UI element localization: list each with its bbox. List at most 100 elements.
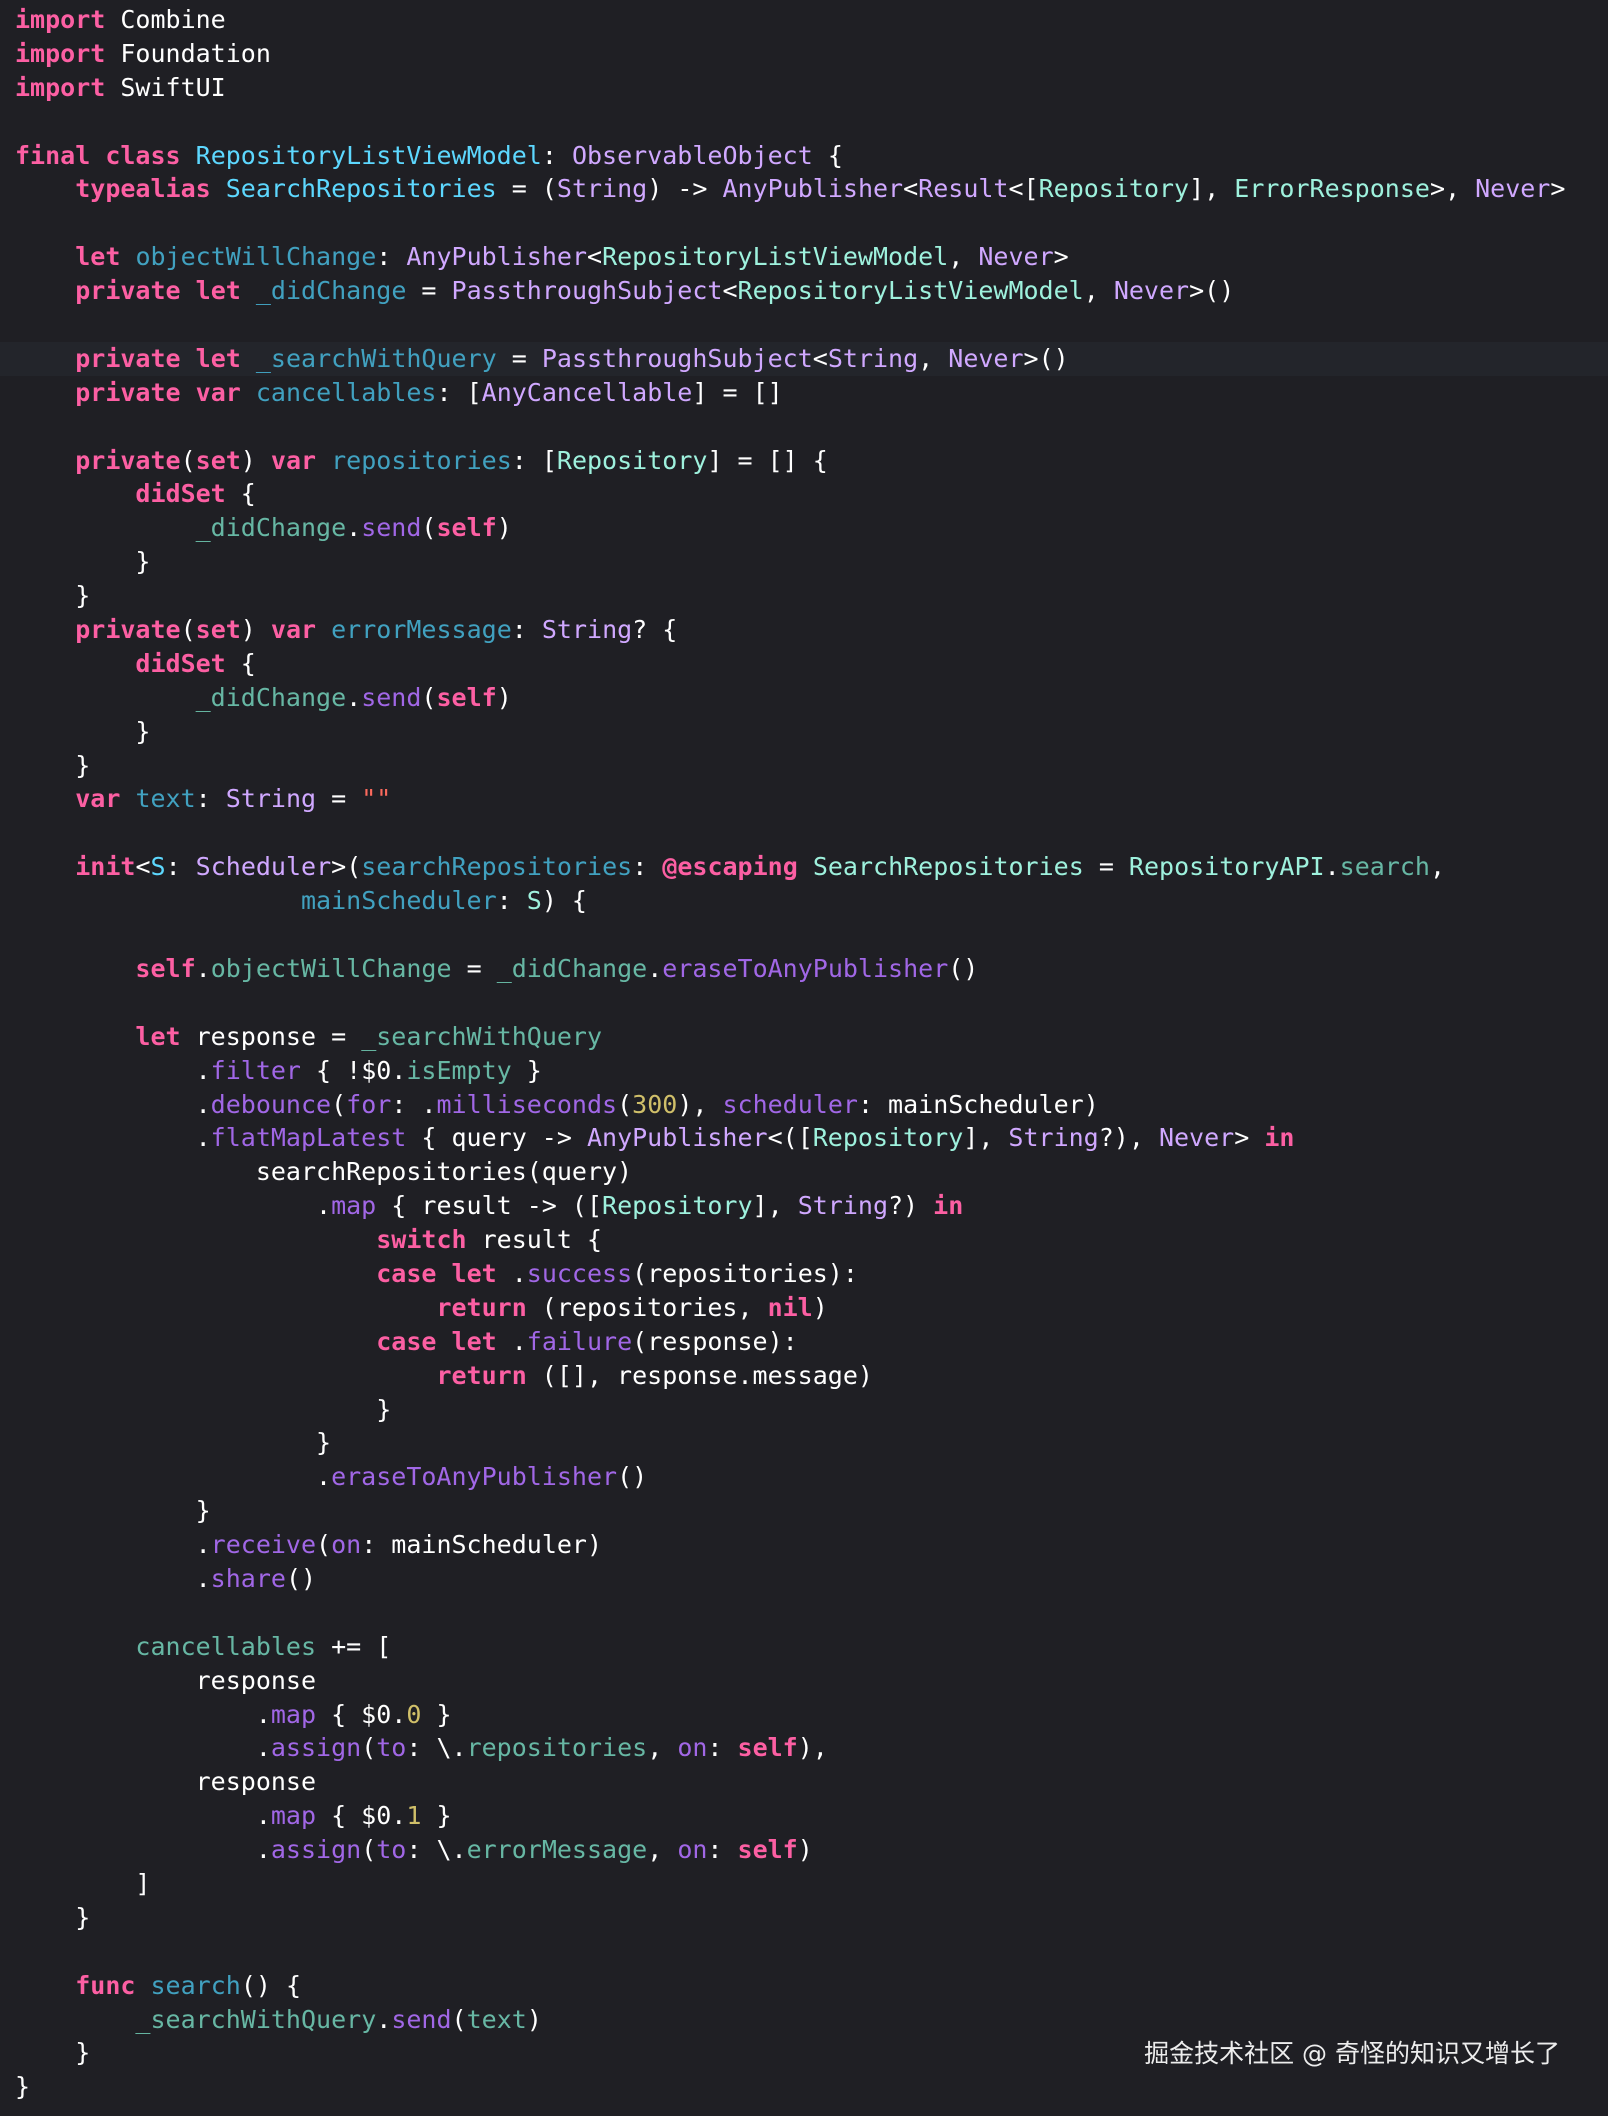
- code-line: .assign(to: \.errorMessage, on: self): [15, 1833, 1565, 1867]
- code-line: didSet {: [15, 647, 1565, 681]
- code-token: }: [511, 1055, 542, 1085]
- code-token: 0: [406, 1699, 422, 1729]
- code-token: >(): [1189, 276, 1235, 306]
- code-token: .: [496, 1326, 527, 1356]
- code-token: ): [526, 2004, 542, 2034]
- code-token: result {: [466, 1225, 603, 1255]
- code-token: <: [812, 343, 828, 373]
- code-token: String: [1008, 1123, 1099, 1153]
- code-token: response =: [180, 1021, 362, 1051]
- code-line: case let .failure(response):: [15, 1325, 1565, 1359]
- code-token: flatMapLatest: [210, 1123, 407, 1153]
- code-token: scheduler: [722, 1089, 858, 1119]
- code-line: _searchWithQuery.send(text): [15, 2003, 1565, 2037]
- code-token: .: [15, 1733, 271, 1763]
- code-token: .: [15, 1801, 271, 1831]
- code-line: return ([], response.message): [15, 1359, 1565, 1393]
- code-token: case: [376, 1258, 437, 1288]
- code-token: >(): [1023, 343, 1069, 373]
- code-token: didSet: [135, 648, 226, 678]
- code-token: }: [15, 2072, 31, 2102]
- code-line: }: [15, 1494, 1565, 1528]
- code-line: typealias SearchRepositories = (String) …: [15, 172, 1565, 206]
- code-token: >: [1234, 1123, 1265, 1153]
- code-token: on: [677, 1835, 708, 1865]
- code-token: AnyPublisher: [722, 174, 904, 204]
- code-token: =: [496, 343, 542, 373]
- code-token: let: [75, 242, 121, 272]
- code-token: PassthroughSubject: [451, 276, 723, 306]
- code-token: :: [195, 784, 226, 814]
- code-token: .: [15, 1835, 271, 1865]
- code-token: ,: [918, 343, 949, 373]
- code-token: self: [436, 682, 497, 712]
- code-token: in: [1264, 1123, 1295, 1153]
- code-token: ?): [888, 1191, 934, 1221]
- code-line: .flatMapLatest { query -> AnyPublisher<(…: [15, 1121, 1565, 1155]
- code-token: let: [195, 343, 241, 373]
- code-token: ,: [1083, 276, 1114, 306]
- code-token: { result -> ([: [376, 1191, 603, 1221]
- code-line: _didChange.send(self): [15, 511, 1565, 545]
- code-line: .share(): [15, 1562, 1565, 1596]
- code-token: ErrorResponse: [1234, 174, 1430, 204]
- code-token: :: [165, 852, 196, 882]
- code-line: case let .success(repositories):: [15, 1257, 1565, 1291]
- code-token: :: [496, 886, 527, 916]
- code-token: searchRepositories: [361, 852, 633, 882]
- code-token: ] = [] {: [707, 445, 828, 475]
- code-token: private: [75, 276, 181, 306]
- source-code[interactable]: import Combine import Foundation import Sw…: [0, 3, 1608, 2104]
- code-token: (): [948, 953, 979, 983]
- code-token: success: [526, 1258, 633, 1288]
- code-token: ): [812, 1292, 828, 1322]
- code-token: Result: [918, 174, 1009, 204]
- code-token: let: [135, 1021, 181, 1051]
- code-line: .map { result -> ([Repository], String?)…: [15, 1189, 1565, 1223]
- code-token: .: [15, 1563, 211, 1593]
- code-token: set: [195, 615, 241, 645]
- code-token: response: [15, 1665, 317, 1695]
- code-token: assign: [270, 1733, 362, 1763]
- code-token: <: [587, 242, 603, 272]
- code-line: .debounce(for: .milliseconds(300), sched…: [15, 1088, 1565, 1122]
- code-token: >: [1550, 174, 1566, 204]
- code-token: let: [195, 276, 241, 306]
- code-token: repositories: [331, 445, 512, 475]
- code-token: String: [541, 615, 633, 645]
- code-token: objectWillChange: [210, 953, 452, 983]
- code-token: let: [451, 1326, 497, 1356]
- code-token: 1: [406, 1801, 422, 1831]
- code-token: {: [225, 648, 256, 678]
- code-token: .: [15, 1462, 332, 1492]
- code-editor[interactable]: import Combine import Foundation import Sw…: [0, 0, 1608, 2116]
- code-line: return (repositories, nil): [15, 1291, 1565, 1325]
- code-token: assign: [270, 1835, 362, 1865]
- code-token: var: [270, 445, 317, 475]
- code-token: send: [361, 682, 422, 712]
- code-token: on: [331, 1530, 362, 1560]
- code-token: (): [617, 1462, 648, 1492]
- code-token: RepositoryAPI: [1128, 852, 1325, 882]
- code-token: cancellables: [135, 1631, 317, 1661]
- code-token: ] = []: [692, 377, 783, 407]
- code-token: : mainScheduler): [857, 1089, 1099, 1119]
- code-token: RepositoryListViewModel: [602, 242, 949, 272]
- code-token: : .: [391, 1089, 437, 1119]
